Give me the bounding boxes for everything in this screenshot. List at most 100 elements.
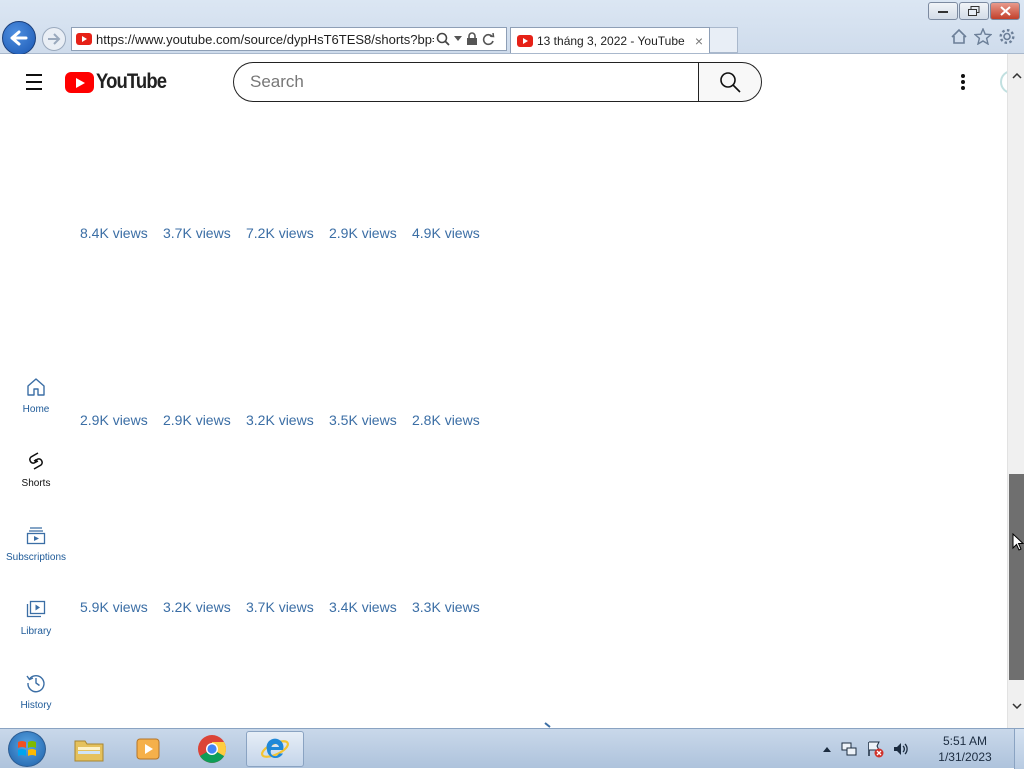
scroll-down-button[interactable] [1008,698,1024,714]
dot [961,86,965,90]
url-text[interactable]: https://www.youtube.com/source/dypHsT6TE… [96,32,434,47]
view-count[interactable]: 2.9K views [329,225,412,241]
view-count[interactable]: 3.5K views [329,412,412,428]
system-tray: 5:51 AM 1/31/2023 [822,729,1024,769]
view-count[interactable]: 3.7K views [246,599,329,615]
restore-button[interactable] [959,2,989,20]
guide-item-library[interactable]: Library [0,588,72,662]
lock-icon[interactable] [466,32,478,46]
mouse-cursor-icon [1012,533,1024,551]
settings-gear-icon[interactable] [998,28,1016,45]
internet-explorer-icon [261,738,289,759]
action-center-icon[interactable] [866,740,884,758]
minimize-button[interactable] [928,2,958,20]
favorites-star-icon[interactable] [974,28,992,45]
browser-chrome: https://www.youtube.com/source/dypHsT6TE… [0,0,1024,55]
browser-toolbar-icons [950,28,1016,45]
home-icon[interactable] [950,28,968,45]
start-button[interactable] [8,731,46,767]
close-icon [999,6,1011,16]
shorts-row: 2.9K views 2.9K views 3.2K views 3.5K vi… [80,412,495,428]
window-controls [927,2,1020,20]
home-icon [27,378,45,396]
search-input[interactable] [250,72,670,92]
masthead: YouTube [0,54,1007,110]
show-desktop-button[interactable] [1014,729,1024,769]
restore-icon [968,6,980,16]
shorts-icon [29,452,43,470]
more-options-button[interactable] [953,72,973,92]
view-count[interactable]: 8.4K views [80,225,163,241]
shorts-row: 8.4K views 3.7K views 7.2K views 2.9K vi… [80,225,495,241]
hamburger-icon [26,74,42,76]
chevron-down-icon [1011,703,1022,709]
volume-icon[interactable] [892,741,910,757]
view-count[interactable]: 3.3K views [412,599,495,615]
dropdown-arrow-icon[interactable] [454,36,462,42]
guide-label: Shorts [21,478,51,489]
subscriptions-icon [26,527,46,545]
back-button[interactable] [2,21,36,55]
media-player-icon [136,738,160,760]
taskbar: 5:51 AM 1/31/2023 [0,728,1024,769]
guide-item-shorts[interactable]: Shorts [0,440,72,514]
view-count[interactable]: 2.9K views [80,412,163,428]
view-count[interactable]: 7.2K views [246,225,329,241]
dot [961,80,965,84]
refresh-icon[interactable] [482,32,495,46]
address-bar[interactable]: https://www.youtube.com/source/dypHsT6TE… [71,27,507,51]
view-count[interactable]: 3.2K views [246,412,329,428]
youtube-favicon-icon [517,34,533,47]
guide-label: Library [20,626,52,637]
guide-item-history[interactable]: History [0,662,72,728]
network-icon[interactable] [840,741,858,757]
scrollbar-thumb[interactable] [1009,474,1024,680]
view-count[interactable]: 2.9K views [163,412,246,428]
windows-logo-icon [18,741,36,756]
new-tab-button[interactable] [710,27,738,53]
guide-menu-button[interactable] [24,72,44,92]
view-count[interactable]: 3.7K views [163,225,246,241]
mini-guide: Home Shorts Subscriptions Library Histor… [0,366,72,728]
taskbar-chrome[interactable] [183,731,241,767]
taskbar-internet-explorer[interactable] [246,731,304,767]
view-count[interactable]: 4.9K views [412,225,495,241]
tab-title: 13 tháng 3, 2022 - YouTube [537,33,685,48]
youtube-page: YouTube 8.4K views 3.7K views 7.2K views… [0,54,1007,728]
view-count[interactable]: 3.2K views [163,599,246,615]
view-count[interactable]: 3.4K views [329,599,412,615]
clock-date: 1/31/2023 [938,750,992,764]
guide-label: Home [22,404,50,415]
clock[interactable]: 5:51 AM 1/31/2023 [930,733,1000,765]
search-box[interactable] [233,62,699,102]
dot [961,74,965,78]
tab-youtube[interactable]: 13 tháng 3, 2022 - YouTube × [510,27,710,53]
guide-item-subscriptions[interactable]: Subscriptions [0,514,72,588]
view-count[interactable]: 5.9K views [80,599,163,615]
arrow-right-icon [48,33,61,45]
tab-close-button[interactable]: × [695,33,703,49]
guide-item-home[interactable]: Home [0,366,72,440]
arrow-left-icon [10,30,28,46]
history-icon [26,675,45,693]
view-count[interactable]: 2.8K views [412,412,495,428]
show-hidden-icons-icon[interactable] [822,745,832,753]
forward-button[interactable] [42,27,66,51]
taskbar-media-player[interactable] [120,731,178,767]
folder-icon [74,740,104,762]
page-scrollbar[interactable] [1007,54,1024,728]
hamburger-line [26,88,42,90]
chevron-up-icon [1011,73,1022,79]
taskbar-explorer[interactable] [60,731,118,767]
hamburger-line [26,81,42,83]
search-icon[interactable] [436,32,450,46]
close-window-button[interactable] [990,2,1020,20]
sign-in-button[interactable] [1000,70,1007,94]
shorts-row: 5.9K views 3.2K views 3.7K views 3.4K vi… [80,599,495,615]
search-button[interactable] [698,62,762,102]
scroll-up-button[interactable] [1008,68,1024,84]
chrome-icon [198,735,226,763]
search-icon [720,72,741,93]
guide-label: History [20,700,52,711]
youtube-logo[interactable]: YouTube [65,70,176,94]
